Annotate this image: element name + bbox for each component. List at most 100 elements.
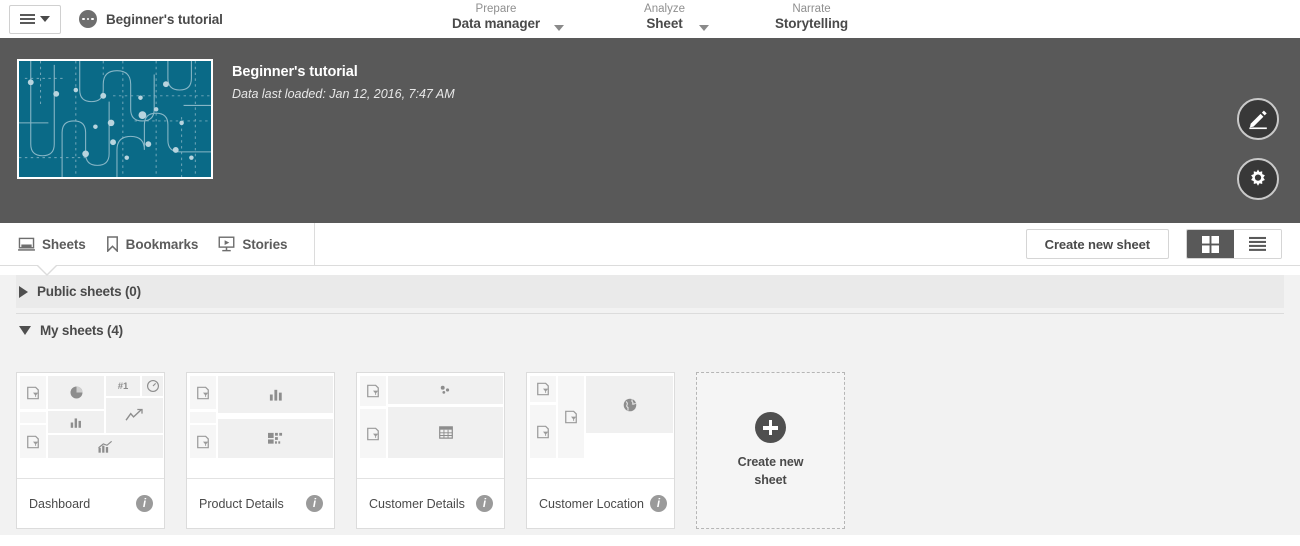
info-icon[interactable]: i bbox=[649, 495, 667, 512]
preview-block-spacer bbox=[190, 412, 216, 423]
bar-chart-icon bbox=[218, 376, 333, 413]
treemap-icon bbox=[218, 419, 333, 458]
nav-item-data-manager[interactable]: Prepare Data manager bbox=[452, 3, 540, 32]
map-globe-icon bbox=[586, 376, 673, 433]
app-breadcrumb-label: Beginner's tutorial bbox=[106, 11, 223, 27]
nav-item-storytelling[interactable]: Narrate Storytelling bbox=[775, 3, 848, 32]
nav-kicker-prepare: Prepare bbox=[475, 3, 517, 16]
info-icon[interactable]: i bbox=[306, 495, 323, 512]
combo-chart-icon bbox=[48, 435, 163, 458]
filter-pane-icon-2 bbox=[530, 405, 556, 458]
tab-sheets[interactable]: Sheets bbox=[8, 223, 96, 265]
triangle-down-icon bbox=[19, 326, 31, 335]
filter-pane-icon bbox=[190, 376, 216, 409]
nav-title-storytelling: Storytelling bbox=[774, 16, 849, 32]
gauge-icon bbox=[142, 376, 163, 396]
app-action-buttons bbox=[1237, 98, 1279, 218]
preview-block-spacer bbox=[20, 412, 46, 423]
nav-kicker-narrate: Narrate bbox=[792, 3, 831, 16]
top-nav-left: Beginner's tutorial bbox=[0, 0, 223, 38]
create-new-sheet-tile[interactable]: Create new sheet bbox=[696, 372, 845, 529]
app-meta: Beginner's tutorial Data last loaded: Ja… bbox=[232, 59, 455, 223]
sheets-content-area: Public sheets (0) My sheets (4) #1 Dashb… bbox=[0, 275, 1300, 535]
sheet-tile-product-details[interactable]: Product Details i bbox=[186, 372, 335, 529]
info-icon[interactable]: i bbox=[476, 495, 493, 512]
nav-kicker-analyze: Analyze bbox=[644, 3, 685, 16]
filter-pane-icon bbox=[360, 376, 386, 406]
sheet-title-product-details: Product Details bbox=[199, 496, 284, 511]
sheet-title-dashboard: Dashboard bbox=[29, 496, 91, 511]
nav-title-sheet: Sheet bbox=[646, 16, 683, 32]
kpi-value: #1 bbox=[117, 380, 129, 392]
app-title: Beginner's tutorial bbox=[232, 64, 358, 80]
nav-item-sheet[interactable]: Analyze Sheet bbox=[644, 3, 685, 32]
filter-pane-icon-3 bbox=[558, 376, 584, 458]
filter-pane-icon-2 bbox=[360, 409, 386, 458]
nav-group-prepare: Prepare Data manager bbox=[452, 3, 565, 32]
table-icon bbox=[388, 407, 503, 458]
grid-view-button[interactable] bbox=[1187, 230, 1234, 258]
edit-app-button[interactable] bbox=[1237, 98, 1279, 140]
active-tab-pointer bbox=[38, 265, 56, 274]
sheet-title-customer-location: Customer Location bbox=[539, 496, 644, 511]
object-tab-bar: Sheets Bookmarks Stories Create new shee… bbox=[0, 223, 1300, 276]
triangle-right-icon bbox=[19, 285, 28, 298]
app-last-loaded: Data last loaded: Jan 12, 2016, 7:47 AM bbox=[232, 87, 455, 101]
tab-list: Sheets Bookmarks Stories bbox=[0, 223, 316, 265]
sheet-tile-grid: #1 Dashboard i Product Details i Custome… bbox=[16, 347, 1284, 529]
sheet-tile-dashboard[interactable]: #1 Dashboard i bbox=[16, 372, 165, 529]
sheet-preview-customer-details bbox=[357, 373, 504, 479]
app-breadcrumb[interactable]: Beginner's tutorial bbox=[79, 10, 223, 28]
top-navigation-bar: Beginner's tutorial Prepare Data manager… bbox=[0, 0, 1300, 41]
info-icon[interactable]: i bbox=[136, 495, 153, 512]
chevron-down-icon-analyze[interactable] bbox=[698, 24, 709, 31]
app-header: Beginner's tutorial Data last loaded: Ja… bbox=[0, 41, 1300, 223]
sheet-preview-customer-location bbox=[527, 373, 674, 479]
create-label-line2: sheet bbox=[754, 472, 787, 487]
sheet-tile-customer-details[interactable]: Customer Details i bbox=[356, 372, 505, 529]
section-my-sheets-label: My sheets (4) bbox=[40, 323, 123, 338]
scatter-plot-icon bbox=[388, 376, 503, 404]
sheet-tile-customer-location[interactable]: Customer Location i bbox=[526, 372, 675, 529]
nav-group-analyze: Analyze Sheet bbox=[644, 3, 709, 32]
sheet-title-customer-details: Customer Details bbox=[369, 496, 465, 511]
filter-pane-icon-2 bbox=[20, 425, 46, 458]
section-my-sheets[interactable]: My sheets (4) bbox=[16, 314, 1284, 347]
tab-divider bbox=[314, 223, 316, 265]
tab-stories[interactable]: Stories bbox=[208, 223, 297, 265]
list-view-button[interactable] bbox=[1234, 230, 1281, 258]
chevron-down-icon bbox=[40, 16, 50, 22]
bar-chart-icon bbox=[48, 411, 104, 433]
sheet-label-row-customer-location: Customer Location i bbox=[527, 479, 674, 528]
section-public-sheets[interactable]: Public sheets (0) bbox=[16, 275, 1284, 308]
app-settings-button[interactable] bbox=[1237, 158, 1279, 200]
story-icon bbox=[218, 236, 235, 252]
tab-sheets-label: Sheets bbox=[42, 236, 86, 252]
filter-pane-icon bbox=[20, 376, 46, 409]
chevron-down-icon-prepare[interactable] bbox=[554, 24, 565, 31]
create-new-sheet-button[interactable]: Create new sheet bbox=[1025, 229, 1169, 259]
create-label-line1: Create new bbox=[737, 455, 804, 469]
filter-pane-icon-2 bbox=[190, 425, 216, 458]
list-view-icon bbox=[1249, 236, 1266, 251]
create-new-sheet-tile-label: Create new sheet bbox=[738, 454, 804, 489]
sheet-label-row-product-details: Product Details i bbox=[187, 479, 334, 528]
gear-icon bbox=[1251, 169, 1265, 186]
kpi-object: #1 bbox=[106, 376, 140, 396]
filter-pane-icon bbox=[530, 376, 556, 402]
tab-bookmarks[interactable]: Bookmarks bbox=[96, 223, 209, 265]
nav-title-data-manager: Data manager bbox=[451, 16, 541, 32]
sheet-label-row-dashboard: Dashboard i bbox=[17, 479, 164, 528]
bookmark-icon bbox=[106, 236, 118, 252]
app-thumbnail[interactable] bbox=[17, 59, 213, 179]
sheet-icon bbox=[18, 237, 35, 251]
app-dots-icon bbox=[79, 10, 97, 28]
global-menu-button[interactable] bbox=[9, 4, 61, 34]
tab-stories-label: Stories bbox=[242, 236, 288, 252]
hamburger-menu-icon bbox=[20, 14, 35, 24]
sheet-preview-dashboard: #1 bbox=[17, 373, 164, 479]
line-chart-icon bbox=[106, 398, 163, 433]
plus-circle-icon bbox=[755, 412, 786, 443]
tab-bar-actions: Create new sheet bbox=[1025, 229, 1300, 259]
sheet-label-row-customer-details: Customer Details i bbox=[357, 479, 504, 528]
